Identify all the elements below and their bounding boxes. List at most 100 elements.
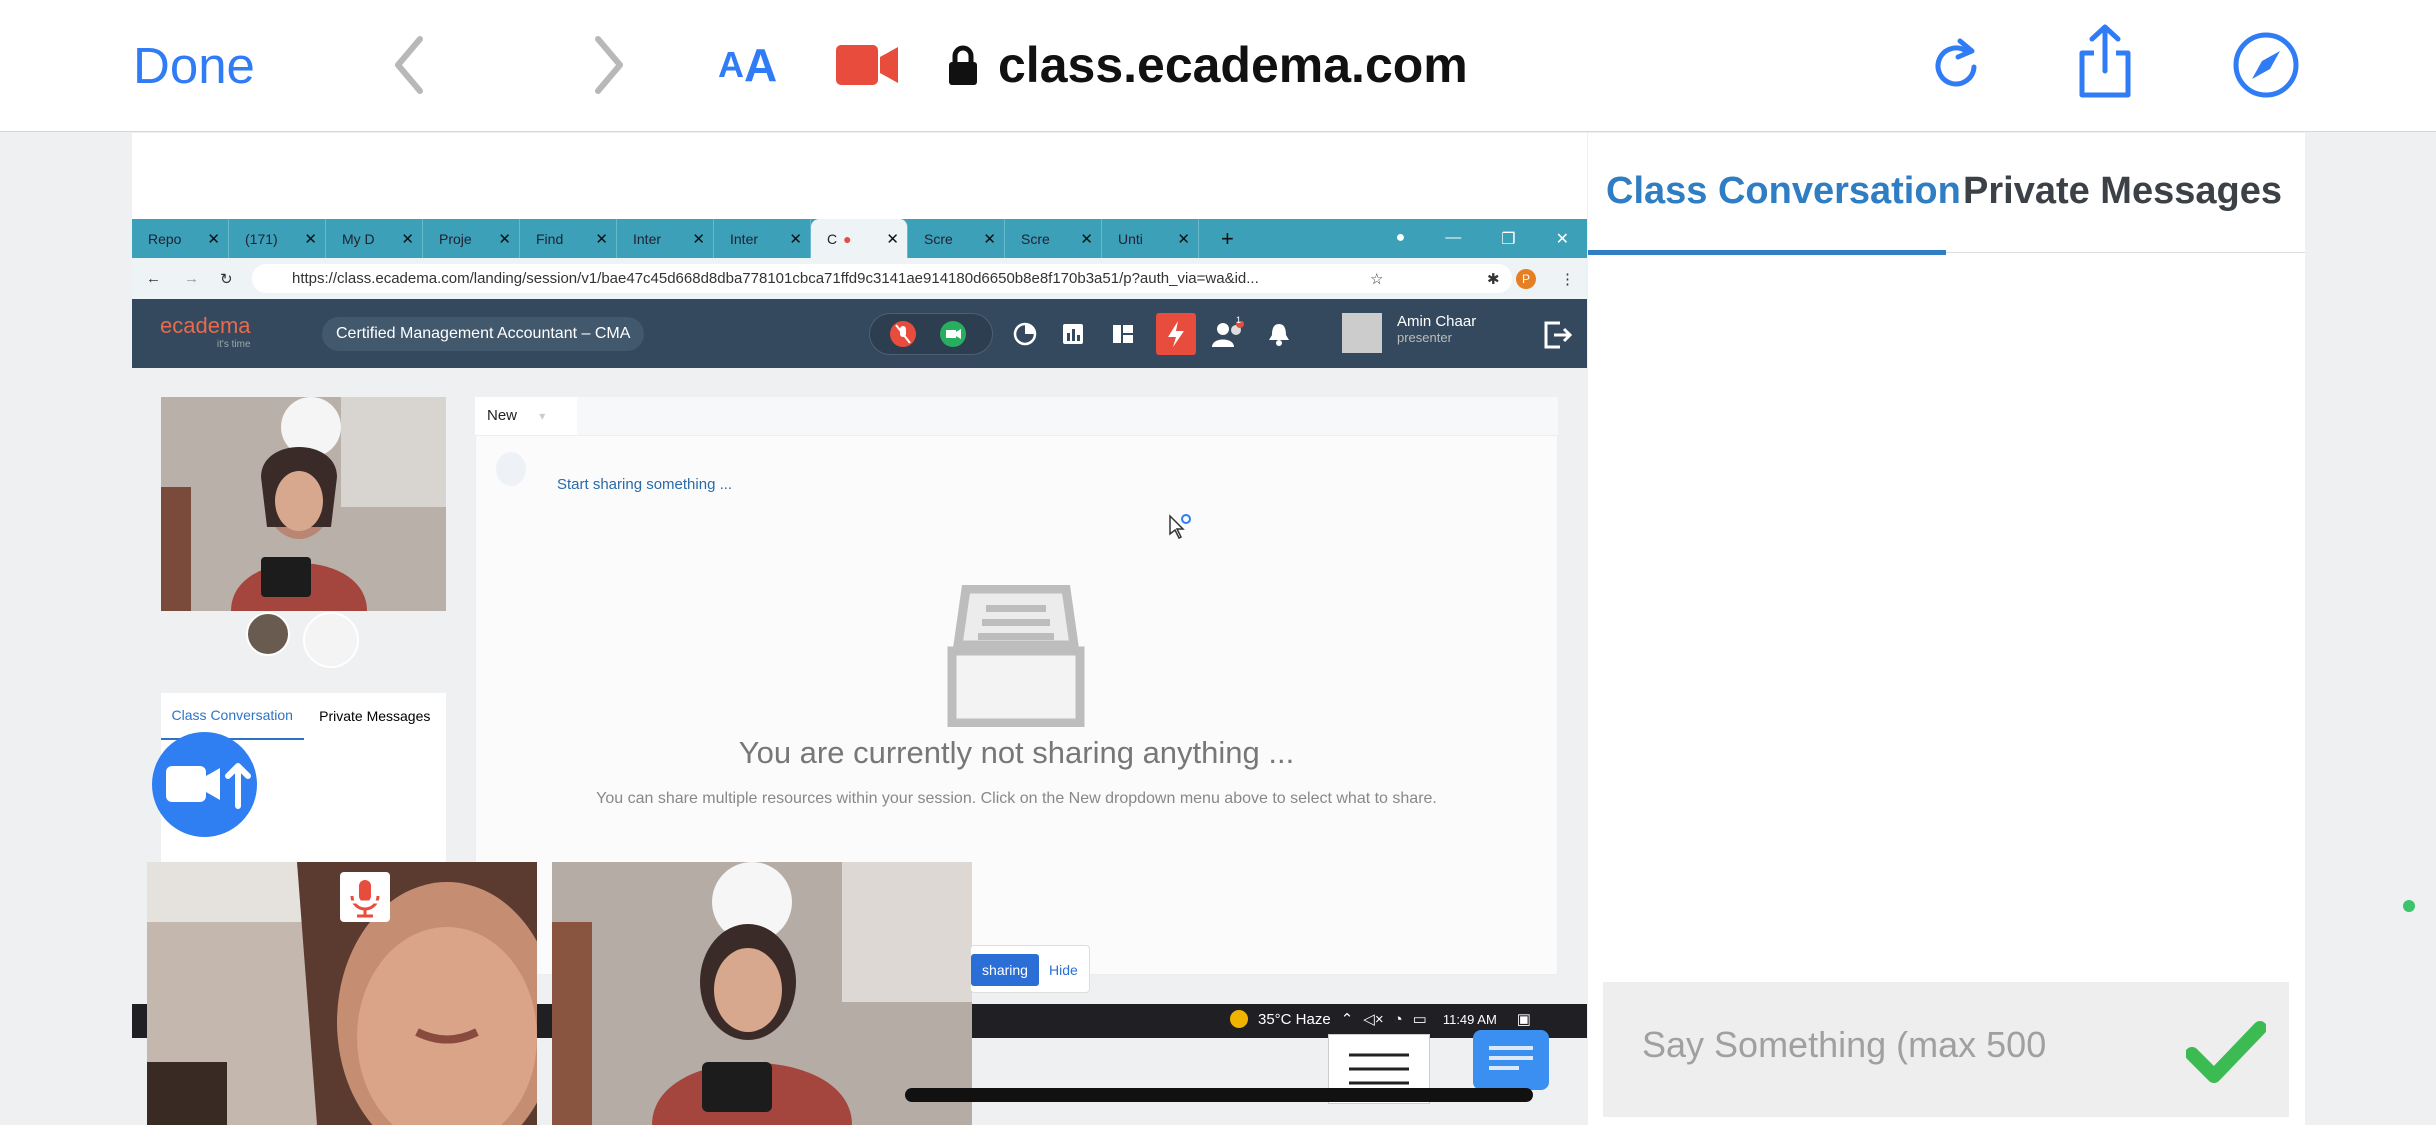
extensions-icon[interactable]: ✱ <box>1487 270 1500 288</box>
address-bar[interactable]: class.ecadema.com <box>948 30 1468 100</box>
conversation-panel <box>1588 133 2305 1125</box>
logo-text: ecadema <box>160 313 251 338</box>
share-icon[interactable] <box>2074 24 2136 98</box>
chat-icon[interactable] <box>1473 1030 1549 1090</box>
chrome-tab-label: Inter <box>633 230 662 247</box>
participant-thumbnail[interactable] <box>303 612 359 668</box>
chrome-url-field[interactable]: https://class.ecadema.com/landing/sessio… <box>252 264 1512 293</box>
chrome-tab[interactable]: Proje ✕ <box>423 219 520 258</box>
chrome-tab[interactable]: Repo ✕ <box>132 219 229 258</box>
bookmark-star-icon[interactable]: ☆ <box>1370 270 1383 288</box>
forward-icon[interactable]: → <box>184 270 199 287</box>
back-icon[interactable]: ← <box>146 270 161 287</box>
notifications-icon[interactable]: ▣ <box>1517 1010 1531 1028</box>
text-size-large: A <box>744 39 778 91</box>
chrome-tab-label: Scre <box>924 230 953 247</box>
timer-icon[interactable] <box>1012 321 1038 347</box>
chrome-tab[interactable]: Unti ✕ <box>1102 219 1199 258</box>
reload-icon[interactable]: ↻ <box>220 270 233 288</box>
close-icon[interactable]: ✕ <box>692 230 705 248</box>
home-indicator[interactable] <box>905 1088 1533 1102</box>
tab-class-conversation[interactable]: Class Conversation <box>1606 170 1961 213</box>
url-text: https://class.ecadema.com/landing/sessio… <box>292 270 1259 287</box>
bell-icon[interactable] <box>1266 321 1292 347</box>
participants-icon[interactable] <box>1212 321 1244 347</box>
chrome-tab[interactable]: Inter ✕ <box>617 219 714 258</box>
chrome-tab[interactable]: Inter ✕ <box>714 219 811 258</box>
reload-icon[interactable] <box>1930 30 1984 100</box>
chrome-tab-label: Repo <box>148 230 182 247</box>
domain-text: class.ecadema.com <box>998 37 1468 93</box>
close-icon[interactable]: ✕ <box>1080 230 1093 248</box>
not-sharing-message: You are currently not sharing anything .… <box>738 735 1295 770</box>
close-icon[interactable]: ✕ <box>595 230 608 248</box>
close-icon[interactable]: ✕ <box>789 230 802 248</box>
chrome-address-row: ← → ↻ https://class.ecadema.com/landing/… <box>132 258 1587 299</box>
chrome-tab[interactable]: My D ✕ <box>326 219 423 258</box>
cursor-icon <box>1168 514 1196 544</box>
close-icon[interactable]: ✕ <box>304 230 317 248</box>
send-checkmark-icon[interactable] <box>2186 1020 2266 1084</box>
chrome-tab-label: Scre <box>1021 230 1050 247</box>
text-size-button[interactable]: AA <box>718 30 777 100</box>
chrome-tab-bar: Repo ✕ (171) ✕ My D ✕ Proje ✕ Find ✕ Inter ✕ I… <box>132 219 1587 258</box>
text-size-small: A <box>718 44 744 85</box>
new-dropdown[interactable]: New ▾ <box>475 397 577 435</box>
chrome-tab[interactable]: Find ✕ <box>520 219 617 258</box>
close-icon[interactable]: ✕ <box>983 230 996 248</box>
start-sharing-hint: Start sharing something ... <box>557 476 733 493</box>
camera-upload-button[interactable] <box>152 732 257 837</box>
logo-tagline: it's time <box>216 339 251 350</box>
close-icon[interactable]: ✕ <box>401 230 414 248</box>
chrome-tab-active[interactable]: C ● ✕ <box>811 219 908 258</box>
close-icon[interactable]: ✕ <box>1177 230 1190 248</box>
chrome-tab-label: C <box>827 230 838 247</box>
conversation-tabs: Class Conversation Private Messages <box>1588 160 2305 255</box>
restore-icon[interactable]: ❐ <box>1501 229 1515 249</box>
user-info: Amin Chaar presenter <box>1397 313 1476 345</box>
network-icon[interactable]: ◔ <box>1394 1011 1403 1028</box>
done-button[interactable]: Done <box>133 30 255 100</box>
clock: 11:49 AM <box>1442 1011 1497 1027</box>
stop-sharing-button[interactable]: sharing <box>971 954 1039 986</box>
close-icon[interactable]: ✕ <box>498 230 511 248</box>
back-icon[interactable] <box>390 30 430 100</box>
chrome-tab[interactable]: Scre ✕ <box>1005 219 1102 258</box>
new-tab-button[interactable]: + <box>1221 226 1234 252</box>
safari-toolbar: Done AA class.ecadema.com <box>0 0 2436 132</box>
lock-icon <box>948 44 978 86</box>
close-icon[interactable]: ✕ <box>886 230 899 248</box>
screen-share-top-margin <box>132 133 1587 219</box>
profile-avatar[interactable]: P <box>1516 268 1536 289</box>
logout-icon[interactable] <box>1542 319 1574 351</box>
chrome-tab[interactable]: Scre ✕ <box>908 219 1005 258</box>
battery-icon[interactable]: ▭ <box>1413 1010 1427 1028</box>
message-placeholder: Say Something (max 500 <box>1642 1024 2047 1065</box>
hide-button[interactable]: Hide <box>1049 954 1078 986</box>
compass-icon[interactable] <box>2232 30 2300 100</box>
chrome-tab-label: Inter <box>730 230 759 247</box>
tab-private-messages[interactable]: Private Messages <box>1963 170 2282 213</box>
record-camera-icon[interactable] <box>834 30 900 100</box>
poll-icon[interactable] <box>1060 321 1086 347</box>
volume-icon[interactable]: ◁× <box>1363 1010 1383 1028</box>
flash-icon[interactable] <box>1156 313 1196 355</box>
layout-icon[interactable] <box>1110 321 1136 347</box>
tab-private-messages[interactable]: Private Messages <box>304 693 447 739</box>
avatar[interactable] <box>1342 313 1382 353</box>
close-icon[interactable]: ✕ <box>207 230 220 248</box>
tray-chevron-icon[interactable]: ⌃ <box>1341 1010 1354 1028</box>
close-window-icon[interactable]: ✕ <box>1556 229 1569 249</box>
chrome-tab[interactable]: (171) ✕ <box>229 219 326 258</box>
chrome-menu-icon[interactable]: ⋮ <box>1560 270 1575 288</box>
participant-thumbnail[interactable] <box>246 612 290 656</box>
video-icon[interactable] <box>940 321 966 347</box>
weather-icon <box>1230 1010 1248 1028</box>
system-tray: 35°C Haze ⌃ ◁× ◔ ▭ 11:49 AM ▣ <box>1230 1010 1531 1028</box>
minimize-icon[interactable]: — <box>1445 229 1461 249</box>
forward-icon[interactable] <box>588 30 628 100</box>
sharing-toolbar: sharing Hide <box>970 945 1090 993</box>
mic-muted-icon[interactable] <box>890 321 916 347</box>
profile-dropdown-icon[interactable]: ● <box>1396 229 1406 249</box>
empty-tray-icon <box>946 585 1086 727</box>
